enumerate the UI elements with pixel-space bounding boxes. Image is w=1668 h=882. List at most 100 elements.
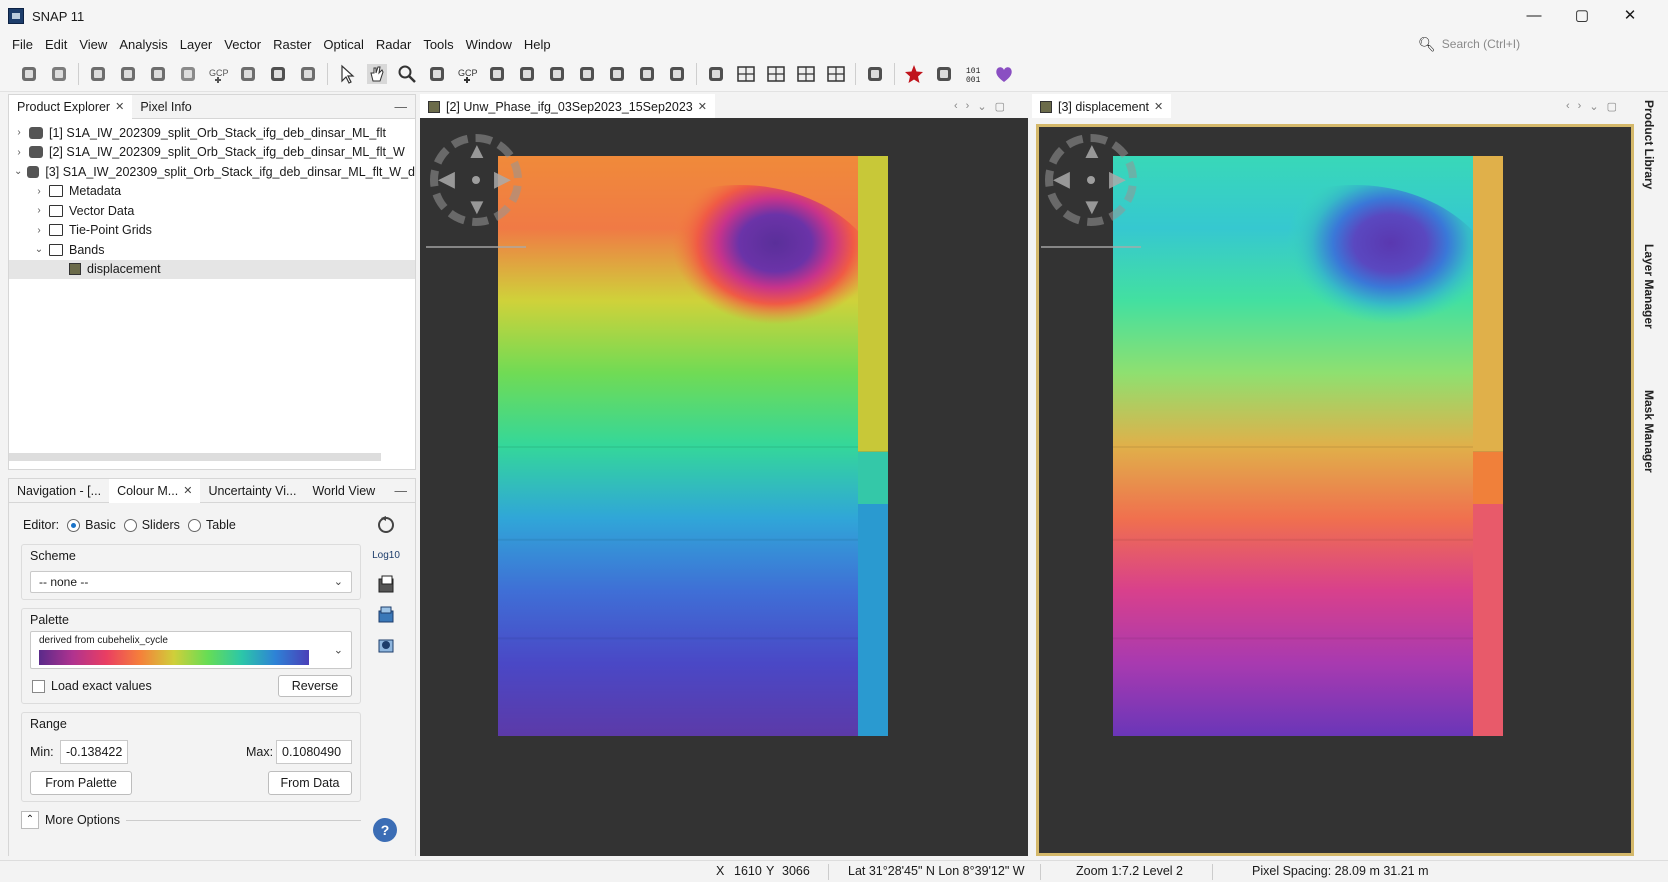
prev-tab-icon[interactable]: ‹ [954, 100, 958, 112]
import-icon[interactable] [373, 572, 399, 598]
binary-icon[interactable]: 101 001 [959, 59, 989, 89]
batch-processing-icon[interactable] [143, 59, 173, 89]
rectangle-tool-icon[interactable] [542, 59, 572, 89]
pan-up-icon[interactable]: ▲ [466, 138, 488, 164]
image-view-displacement[interactable]: ▲ ▼ ◀ ▶ [1036, 124, 1634, 856]
tab-list-icon[interactable]: ⌄ [977, 100, 986, 113]
menu-optical[interactable]: Optical [317, 37, 369, 52]
more-options-row[interactable]: ⌃ More Options [21, 808, 361, 832]
line-tool-icon[interactable] [482, 59, 512, 89]
chevron-down-icon[interactable]: ⌄ [13, 166, 23, 177]
gcp-tool-icon[interactable]: GCP [203, 59, 233, 89]
help-icon[interactable]: ? [373, 818, 397, 842]
tree-row[interactable]: › [2] S1A_IW_202309_split_Orb_Stack_ifg_d… [9, 143, 415, 163]
graph-icon[interactable] [263, 59, 293, 89]
search-box[interactable]: 🔍︎ Search (Ctrl+I) [1418, 33, 1608, 55]
pan-left-icon[interactable]: ◀ [438, 166, 455, 192]
tile-evenly-icon[interactable] [731, 59, 761, 89]
pan-right-icon[interactable]: ▶ [494, 166, 511, 192]
close-tab-icon[interactable]: ✕ [698, 95, 707, 119]
tree-row[interactable]: › Metadata [9, 182, 415, 202]
expand-icon[interactable]: ⌃ [21, 811, 39, 829]
tree-row[interactable]: displacement [9, 259, 415, 279]
apply-icon[interactable] [373, 632, 399, 658]
select-tool-icon[interactable] [332, 59, 362, 89]
tab-uncertainty-visualisation[interactable]: Uncertainty Vi... [200, 479, 304, 503]
menu-vector[interactable]: Vector [218, 37, 267, 52]
minimize-panel-icon[interactable]: — [395, 100, 408, 114]
editor-sliders-radio[interactable] [123, 518, 137, 532]
menu-raster[interactable]: Raster [267, 37, 317, 52]
menu-layer[interactable]: Layer [174, 37, 219, 52]
close-tab-icon[interactable]: ✕ [115, 95, 124, 119]
tree-row[interactable]: › [1] S1A_IW_202309_split_Orb_Stack_ifg_d… [9, 123, 415, 143]
prev-tab-icon[interactable]: ‹ [1566, 100, 1570, 112]
pan-down-icon[interactable]: ▼ [466, 194, 488, 220]
tab-unw-phase-view[interactable]: [2] Unw_Phase_ifg_03Sep2023_15Sep2023 ✕ [420, 94, 715, 118]
menu-window[interactable]: Window [460, 37, 518, 52]
chevron-down-icon[interactable]: ⌄ [33, 244, 45, 255]
scheme-select[interactable]: -- none -- ⌄ [30, 571, 352, 593]
polygon-tool-icon[interactable] [572, 59, 602, 89]
chevron-right-icon[interactable]: › [33, 186, 45, 197]
tab-layer-manager[interactable]: Layer Manager [1642, 244, 1656, 329]
from-data-button[interactable]: From Data [268, 771, 352, 795]
menu-help[interactable]: Help [518, 37, 557, 52]
maximize-view-icon[interactable]: ▢ [995, 100, 1005, 113]
range-finder-tool-icon[interactable] [662, 59, 692, 89]
gcp-placing-icon[interactable]: GCP [452, 59, 482, 89]
tree-row[interactable]: › Tie-Point Grids [9, 221, 415, 241]
tab-product-library[interactable]: Product Library [1642, 100, 1656, 189]
editor-basic-radio[interactable] [67, 518, 81, 532]
tab-list-icon[interactable]: ⌄ [1589, 100, 1598, 113]
export-icon[interactable] [373, 602, 399, 628]
unw-phase-image[interactable] [498, 156, 888, 736]
minimize-button[interactable]: — [1510, 0, 1558, 32]
menu-file[interactable]: File [6, 37, 39, 52]
tile-vertical-icon[interactable] [791, 59, 821, 89]
star-icon[interactable] [899, 59, 929, 89]
horizontal-scrollbar[interactable] [9, 453, 381, 461]
from-palette-button[interactable]: From Palette [30, 771, 132, 795]
navigation-compass[interactable]: ▲ ▼ ◀ ▶ [426, 130, 526, 230]
heart-icon[interactable] [989, 59, 1019, 89]
image-view-unw-phase[interactable]: ▲ ▼ ◀ ▶ [420, 118, 1028, 856]
load-exact-checkbox[interactable] [32, 679, 45, 693]
menu-view[interactable]: View [73, 37, 113, 52]
editor-table-radio[interactable] [187, 518, 201, 532]
range-finder-icon[interactable] [233, 59, 263, 89]
pan-tool-icon[interactable] [362, 59, 392, 89]
tab-product-explorer[interactable]: Product Explorer ✕ [9, 94, 133, 119]
maximize-view-icon[interactable]: ▢ [1607, 100, 1617, 113]
tree-row[interactable]: ⌄ Bands [9, 240, 415, 260]
brush-icon[interactable] [701, 59, 731, 89]
tab-mask-manager[interactable]: Mask Manager [1642, 390, 1656, 473]
pan-down-icon[interactable]: ▼ [1081, 194, 1103, 220]
zoom-tool-icon[interactable] [392, 59, 422, 89]
tile-horizontal-icon[interactable] [761, 59, 791, 89]
save-product-icon[interactable] [44, 59, 74, 89]
tab-pixel-info[interactable]: Pixel Info [132, 95, 199, 119]
tree-row[interactable]: › Vector Data [9, 201, 415, 221]
pan-right-icon[interactable]: ▶ [1109, 166, 1126, 192]
menu-tools[interactable]: Tools [417, 37, 459, 52]
magic-wand-icon[interactable] [632, 59, 662, 89]
tab-displacement-view[interactable]: [3] displacement ✕ [1032, 94, 1172, 118]
pin-placing-icon[interactable] [422, 59, 452, 89]
log10-icon[interactable]: Log10 [372, 542, 400, 568]
chevron-right-icon[interactable]: › [33, 225, 45, 236]
pan-up-icon[interactable]: ▲ [1081, 138, 1103, 164]
tree-row[interactable]: ⌄ [3] S1A_IW_202309_split_Orb_Stack_ifg_d… [9, 162, 415, 182]
tab-world-view[interactable]: World View [304, 479, 383, 503]
menu-edit[interactable]: Edit [39, 37, 73, 52]
palette-select[interactable]: derived from cubehelix_cycle ⌄ [30, 631, 352, 669]
min-field[interactable]: -0.138422 [60, 740, 128, 764]
chevron-right-icon[interactable]: › [13, 127, 25, 138]
minimize-panel-icon[interactable]: — [395, 484, 408, 498]
next-tab-icon[interactable]: › [966, 100, 970, 112]
tile-single-icon[interactable] [821, 59, 851, 89]
tab-navigation[interactable]: Navigation - [... [9, 479, 109, 503]
pan-left-icon[interactable]: ◀ [1053, 166, 1070, 192]
max-field[interactable]: 0.1080490 [276, 740, 352, 764]
navigation-compass[interactable]: ▲ ▼ ◀ ▶ [1041, 130, 1141, 230]
